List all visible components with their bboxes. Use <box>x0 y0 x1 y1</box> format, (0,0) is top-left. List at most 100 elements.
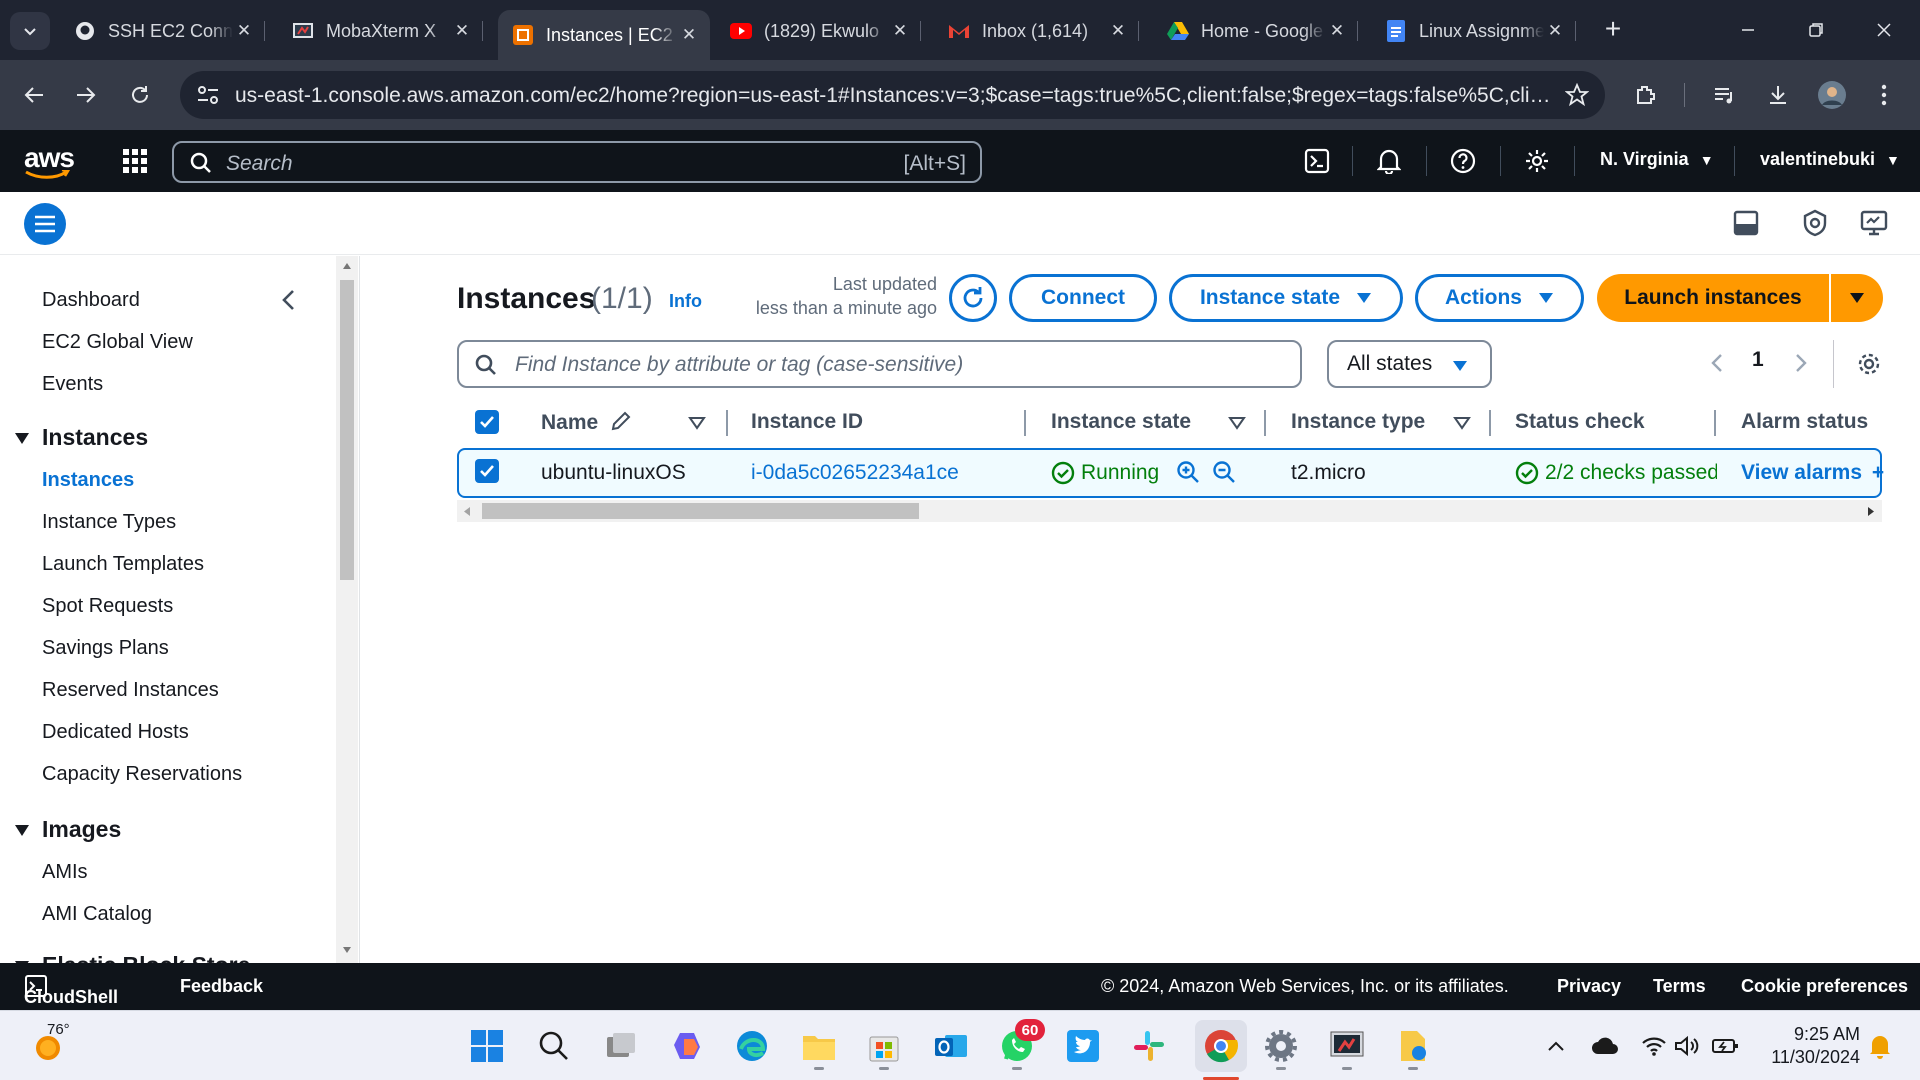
scroll-down-icon[interactable] <box>342 946 352 954</box>
settings-button[interactable] <box>1522 146 1552 176</box>
help-button[interactable] <box>1448 146 1478 176</box>
table-preferences-button[interactable] <box>1848 343 1890 385</box>
instance-id-link[interactable]: i-0da5c02652234a1ce <box>751 461 959 485</box>
close-icon[interactable]: ✕ <box>233 20 255 42</box>
nav-item-reserved-instances[interactable]: Reserved Instances <box>42 679 219 702</box>
task-view-button[interactable] <box>601 1026 641 1066</box>
reload-button[interactable] <box>122 77 158 113</box>
system-clock[interactable]: 9:25 AM 11/30/2024 <box>1750 1023 1860 1069</box>
back-button[interactable] <box>16 77 52 113</box>
notification-center-button[interactable] <box>1860 1026 1900 1066</box>
file-explorer-app[interactable] <box>799 1026 839 1066</box>
microsoft-store-app[interactable] <box>864 1026 904 1066</box>
privacy-link[interactable]: Privacy <box>1557 976 1621 997</box>
close-icon[interactable]: ✕ <box>1544 20 1566 42</box>
terms-link[interactable]: Terms <box>1653 976 1706 997</box>
start-button[interactable] <box>467 1026 507 1066</box>
nav-item-dashboard[interactable]: Dashboard <box>42 289 140 312</box>
launch-dropdown-toggle[interactable] <box>1831 292 1883 304</box>
notifications-button[interactable] <box>1374 146 1404 176</box>
table-horizontal-scrollbar[interactable] <box>457 500 1882 522</box>
nav-item-dedicated-hosts[interactable]: Dedicated Hosts <box>42 721 189 744</box>
nav-item-instance-types[interactable]: Instance Types <box>42 511 176 534</box>
nav-item-ami-catalog[interactable]: AMI Catalog <box>42 903 152 926</box>
close-icon[interactable]: ✕ <box>1107 20 1129 42</box>
view-alarms-link[interactable]: View alarms + <box>1741 461 1884 485</box>
browser-tab[interactable]: Inbox (1,614) ✕ <box>934 10 1139 52</box>
copilot-app[interactable] <box>667 1026 707 1066</box>
cookie-preferences-link[interactable]: Cookie preferences <box>1741 976 1908 997</box>
nav-section-instances[interactable]: Instances <box>14 424 148 451</box>
instance-state-button[interactable]: Instance state <box>1169 274 1403 322</box>
account-menu[interactable]: valentinebuki ▼ <box>1760 149 1900 170</box>
forward-button[interactable] <box>68 77 104 113</box>
extensions-button[interactable] <box>1628 77 1664 113</box>
minimize-button[interactable] <box>1728 14 1768 46</box>
page-number[interactable]: 1 <box>1752 348 1764 372</box>
select-all-checkbox[interactable] <box>475 410 499 434</box>
edge-app[interactable] <box>732 1026 772 1066</box>
zoom-in-icon[interactable] <box>1176 460 1200 484</box>
cloudshell-footer-button[interactable]: CloudShell <box>24 974 118 1007</box>
downloads-button[interactable] <box>1760 77 1796 113</box>
profile-avatar[interactable] <box>1814 77 1850 113</box>
aws-logo[interactable]: aws <box>24 142 75 180</box>
previous-page-button[interactable] <box>1702 348 1732 378</box>
scroll-right-icon[interactable] <box>1868 507 1874 516</box>
nav-item-instances[interactable]: Instances <box>42 469 134 492</box>
address-bar[interactable]: us-east-1.console.aws.amazon.com/ec2/hom… <box>180 71 1605 119</box>
feedback-link[interactable]: Feedback <box>180 976 263 997</box>
column-divider[interactable] <box>1264 410 1266 436</box>
tab-search-button[interactable] <box>10 12 50 50</box>
security-panel-button[interactable] <box>1801 209 1831 239</box>
scroll-left-icon[interactable] <box>464 507 470 516</box>
services-menu-button[interactable] <box>120 146 150 176</box>
launch-instances-button[interactable]: Launch instances <box>1597 274 1883 322</box>
next-page-button[interactable] <box>1786 348 1816 378</box>
column-divider[interactable] <box>1489 410 1491 436</box>
onedrive-icon[interactable] <box>1585 1026 1625 1066</box>
nav-section-elastic-block-store[interactable]: Elastic Block Store <box>14 952 250 963</box>
sort-caret-icon[interactable] <box>688 416 706 430</box>
restore-button[interactable] <box>1796 14 1836 46</box>
url-text[interactable]: us-east-1.console.aws.amazon.com/ec2/hom… <box>235 84 1555 108</box>
mobaxterm-app[interactable] <box>1327 1026 1367 1066</box>
browser-tab[interactable]: Home - Google ✕ <box>1153 10 1358 52</box>
column-header-name[interactable]: Name <box>541 410 632 435</box>
browser-tab[interactable]: SSH EC2 Connect ✕ <box>60 10 265 52</box>
settings-app[interactable] <box>1261 1026 1301 1066</box>
column-header-status-check[interactable]: Status check <box>1515 410 1645 434</box>
close-icon[interactable]: ✕ <box>889 20 911 42</box>
bookmark-star-icon[interactable] <box>1565 83 1589 107</box>
column-header-instance-id[interactable]: Instance ID <box>751 410 863 434</box>
browser-tab[interactable]: Linux Assignment ✕ <box>1371 10 1576 52</box>
region-selector[interactable]: N. Virginia ▼ <box>1600 149 1714 170</box>
file-share-app[interactable] <box>1393 1026 1433 1066</box>
media-controls-button[interactable] <box>1706 77 1742 113</box>
twitter-app[interactable] <box>1063 1026 1103 1066</box>
connect-button[interactable]: Connect <box>1009 274 1157 322</box>
state-filter-select[interactable]: All states <box>1327 340 1492 388</box>
nav-item-spot-requests[interactable]: Spot Requests <box>42 595 173 618</box>
nav-item-ec2-global-view[interactable]: EC2 Global View <box>42 331 193 354</box>
nav-item-capacity-reservations[interactable]: Capacity Reservations <box>42 763 242 786</box>
row-checkbox[interactable] <box>475 459 499 483</box>
nav-item-savings-plans[interactable]: Savings Plans <box>42 637 169 660</box>
instance-filter-input[interactable]: Find Instance by attribute or tag (case-… <box>457 340 1302 388</box>
browser-menu-button[interactable] <box>1866 77 1902 113</box>
collapse-nav-button[interactable] <box>280 288 302 314</box>
column-header-alarm-status[interactable]: Alarm status <box>1741 410 1868 434</box>
side-nav-toggle-button[interactable] <box>24 203 66 245</box>
chrome-app-active[interactable] <box>1195 1020 1247 1072</box>
column-divider[interactable] <box>726 410 728 436</box>
browser-tab-active[interactable]: Instances | EC2 ✕ <box>498 10 710 60</box>
monitor-panel-button[interactable] <box>1860 209 1890 239</box>
column-divider[interactable] <box>1024 410 1026 436</box>
cloudshell-button[interactable] <box>1302 146 1332 176</box>
browser-tab[interactable]: (1829) Ekwulo ✕ <box>716 10 921 52</box>
volume-icon[interactable] <box>1667 1026 1707 1066</box>
column-divider[interactable] <box>1714 410 1716 436</box>
new-tab-button[interactable]: + <box>1598 13 1628 44</box>
slack-app[interactable] <box>1129 1026 1169 1066</box>
close-window-button[interactable] <box>1864 14 1904 46</box>
